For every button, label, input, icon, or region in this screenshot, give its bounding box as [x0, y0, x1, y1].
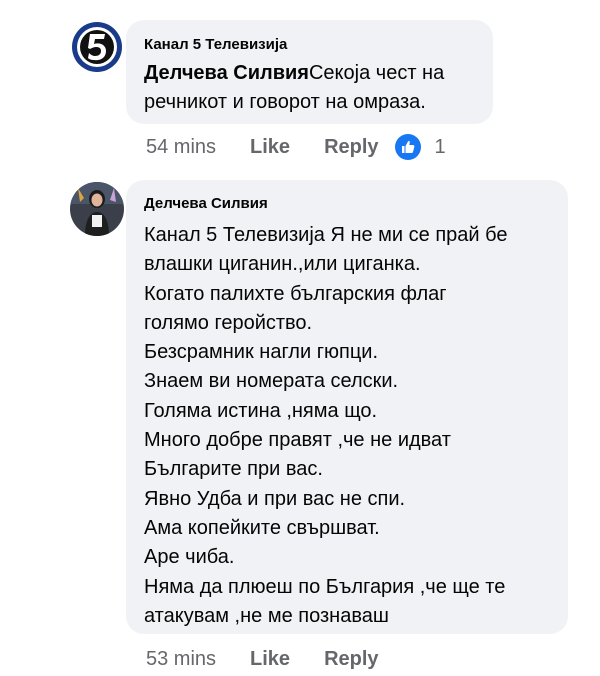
comment-text: Делчева СилвияСекоја чест на речникот и … — [144, 59, 475, 118]
user-avatar[interactable] — [70, 182, 124, 236]
comment-line: Канал 5 Телевизија Я не ми се прай бе — [144, 221, 550, 250]
comment-line: голямо геройство. — [144, 311, 313, 334]
comment-actions: 54 mins Like Reply 1 — [146, 133, 446, 161]
comment-author[interactable]: Канал 5 Телевизија — [144, 35, 475, 55]
like-button[interactable]: Like — [250, 648, 290, 671]
channel-5-logo-icon — [70, 20, 124, 74]
comment-author[interactable]: Делчева Силвия — [144, 194, 550, 214]
channel-avatar[interactable] — [70, 20, 124, 74]
reply-button[interactable]: Reply — [324, 648, 378, 671]
comment-line: Ама копейките свършват. — [144, 516, 380, 539]
comment-line: Голяма истина ,няма що. — [144, 399, 378, 422]
comment-line: Няма да плюеш по България ,че ще те — [144, 575, 506, 598]
comment-line-text: Канал 5 Телевизија Я не ми се прай бе — [144, 224, 508, 246]
comment-line: Българите при вас. — [144, 458, 323, 481]
comment-timestamp[interactable]: 54 mins — [146, 136, 216, 159]
comment-line: Знаем ви номерата селски. — [144, 370, 399, 393]
reaction-summary[interactable]: 1 — [394, 134, 446, 160]
like-button[interactable]: Like — [250, 136, 290, 159]
comment-actions: 53 mins Like Reply — [146, 645, 379, 673]
comment-line: Аре чиба. — [144, 546, 235, 569]
comment-line: Когато палихте българския флаг — [144, 282, 447, 305]
like-reaction-icon — [394, 134, 421, 160]
comment-line: Безсрамник нагли гюпци. — [144, 341, 379, 364]
comment-thread: Канал 5 Телевизија Делчева СилвияСекоја … — [0, 0, 600, 676]
comment-line: атакувам ,не ме познаваш — [144, 604, 389, 627]
comment-timestamp[interactable]: 53 mins — [146, 648, 216, 671]
reaction-count: 1 — [434, 135, 446, 158]
profile-photo-icon — [70, 182, 124, 236]
comment-bubble: Канал 5 Телевизија Делчева СилвияСекоја … — [126, 20, 493, 124]
comment-text: Канал 5 Телевизија Я не ми се прай бе вл… — [144, 221, 550, 631]
comment-bubble: Делчева Силвия Канал 5 Телевизија Я не м… — [126, 180, 568, 634]
comment-line: Явно Удба и при вас не спи. — [144, 487, 406, 510]
comment-line: влашки циганин.,или циганка. — [144, 253, 421, 276]
comment-line: Много добре правят ,че не идват — [144, 429, 451, 452]
reply-button[interactable]: Reply — [324, 136, 378, 159]
mention-link[interactable]: Делчева Силвия — [144, 62, 309, 84]
